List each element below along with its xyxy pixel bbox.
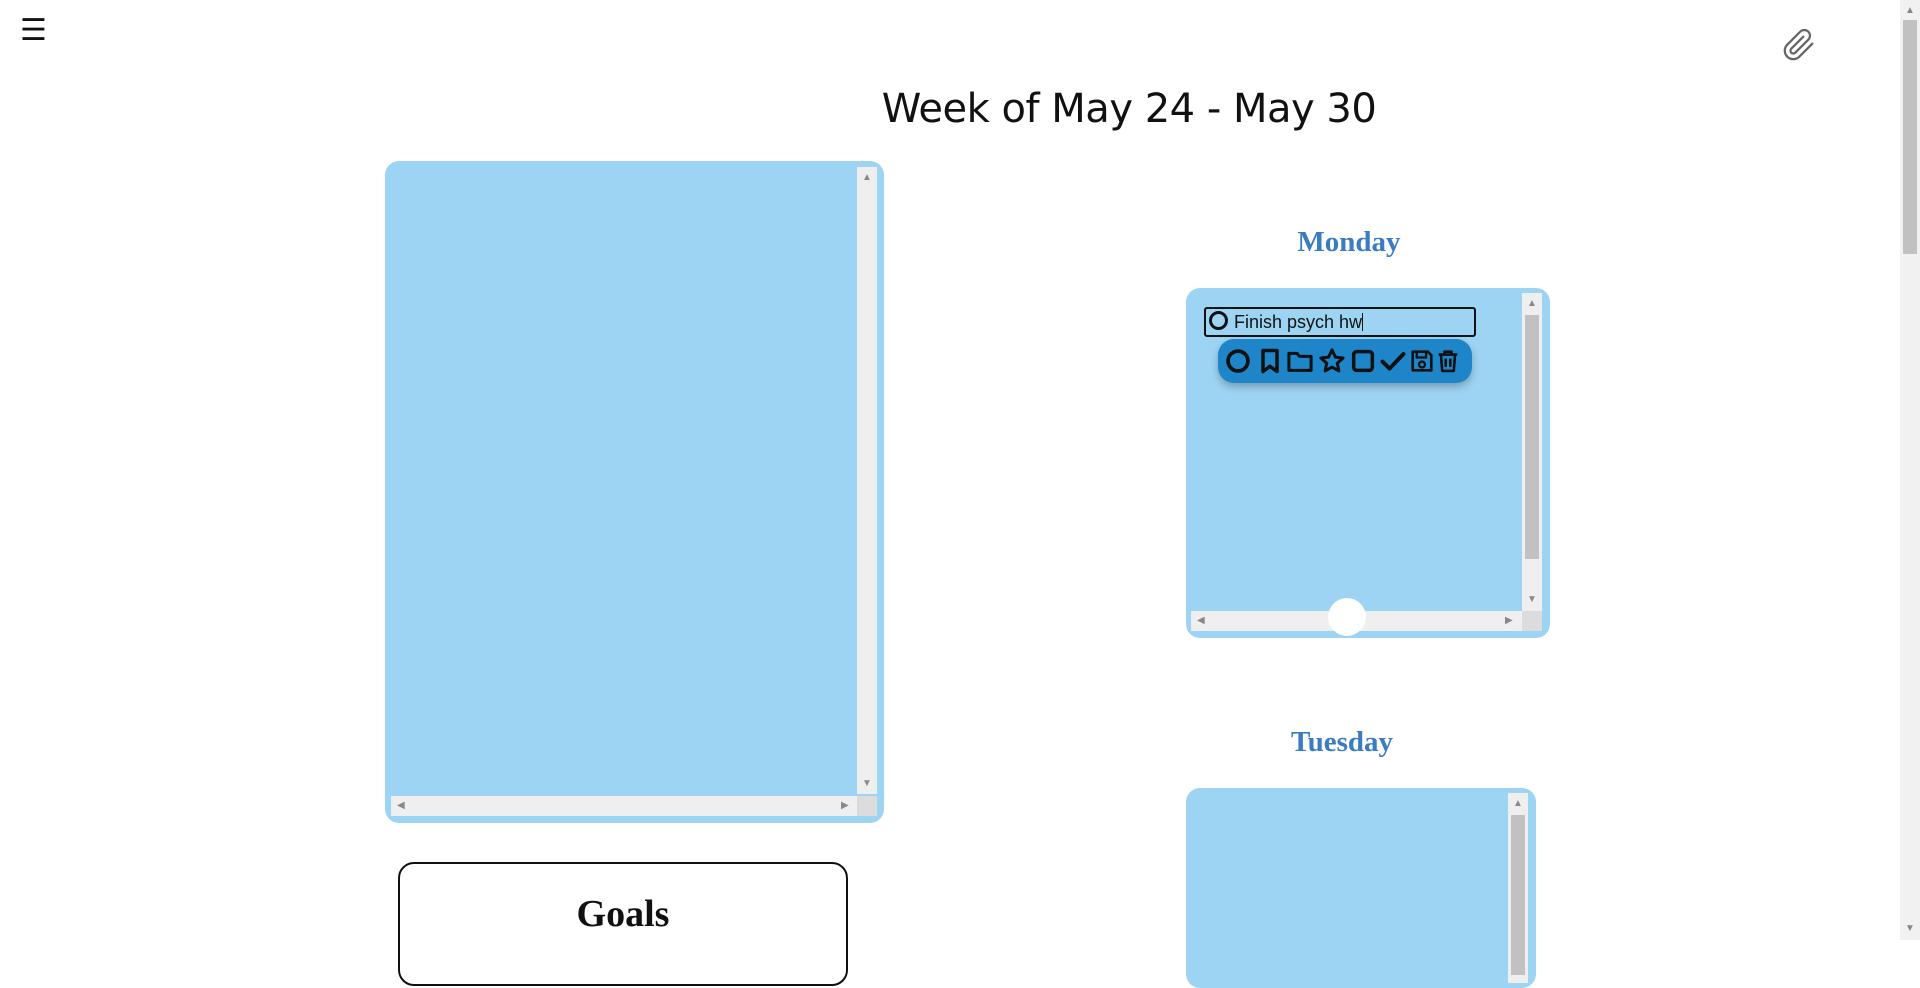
star-icon[interactable] bbox=[1318, 347, 1346, 375]
scroll-left-arrow-icon[interactable]: ◀ bbox=[1197, 616, 1205, 626]
scroll-right-arrow-icon[interactable]: ▶ bbox=[841, 801, 849, 811]
monday-vertical-scrollbar[interactable]: ▲ ▼ bbox=[1522, 293, 1542, 611]
scroll-down-arrow-icon[interactable]: ▼ bbox=[1527, 595, 1537, 605]
tuesday-panel[interactable]: ▲ bbox=[1186, 788, 1536, 988]
scroll-up-arrow-icon[interactable]: ▲ bbox=[1513, 799, 1523, 809]
trash-icon[interactable] bbox=[1434, 347, 1462, 375]
square-icon[interactable] bbox=[1349, 347, 1377, 375]
scroll-up-arrow-icon[interactable]: ▲ bbox=[862, 173, 872, 183]
text-caret bbox=[1362, 313, 1364, 331]
tuesday-vertical-scrollbar[interactable]: ▲ bbox=[1508, 793, 1528, 983]
bookmark-icon[interactable] bbox=[1256, 347, 1284, 375]
check-icon[interactable] bbox=[1379, 347, 1407, 375]
monday-scroll-thumb[interactable] bbox=[1525, 315, 1539, 559]
menu-icon[interactable]: ☰ bbox=[20, 16, 47, 46]
tuesday-scroll-thumb[interactable] bbox=[1511, 815, 1525, 975]
page-vertical-scrollbar[interactable]: ▲ ▼ bbox=[1900, 0, 1920, 940]
scroll-down-arrow-icon[interactable]: ▼ bbox=[862, 779, 872, 789]
day-title-tuesday: Tuesday bbox=[1290, 726, 1394, 758]
goals-title: Goals bbox=[576, 893, 670, 935]
day-title-monday: Monday bbox=[1297, 226, 1401, 258]
save-icon[interactable] bbox=[1408, 347, 1436, 375]
page-scroll-up-arrow-icon[interactable]: ▲ bbox=[1905, 6, 1915, 16]
scroll-left-arrow-icon[interactable]: ◀ bbox=[397, 801, 405, 811]
add-task-handle[interactable] bbox=[1328, 598, 1366, 636]
task-toolbar bbox=[1218, 339, 1472, 383]
page-scroll-down-arrow-icon[interactable]: ▼ bbox=[1905, 924, 1915, 934]
paperclip-icon[interactable] bbox=[1782, 28, 1816, 62]
scrollbar-corner bbox=[857, 796, 877, 816]
folder-icon[interactable] bbox=[1286, 347, 1314, 375]
task-input[interactable]: Finish psych hw bbox=[1204, 307, 1476, 337]
task-bullet-circle-icon[interactable] bbox=[1209, 311, 1228, 330]
notes-vertical-scrollbar[interactable]: ▲ ▼ bbox=[857, 167, 877, 794]
notes-horizontal-scrollbar[interactable]: ◀ ▶ bbox=[391, 796, 857, 816]
task-text[interactable]: Finish psych hw bbox=[1234, 312, 1364, 333]
circle-icon[interactable] bbox=[1224, 347, 1252, 375]
scroll-right-arrow-icon[interactable]: ▶ bbox=[1505, 616, 1513, 626]
scrollbar-corner bbox=[1522, 611, 1542, 631]
scroll-up-arrow-icon[interactable]: ▲ bbox=[1527, 299, 1537, 309]
notes-panel[interactable]: ▲ ▼ ◀ ▶ bbox=[385, 161, 884, 823]
page-scroll-thumb[interactable] bbox=[1903, 20, 1917, 254]
goals-card: Goals bbox=[398, 862, 848, 986]
page-title: Week of May 24 - May 30 bbox=[881, 86, 1377, 132]
